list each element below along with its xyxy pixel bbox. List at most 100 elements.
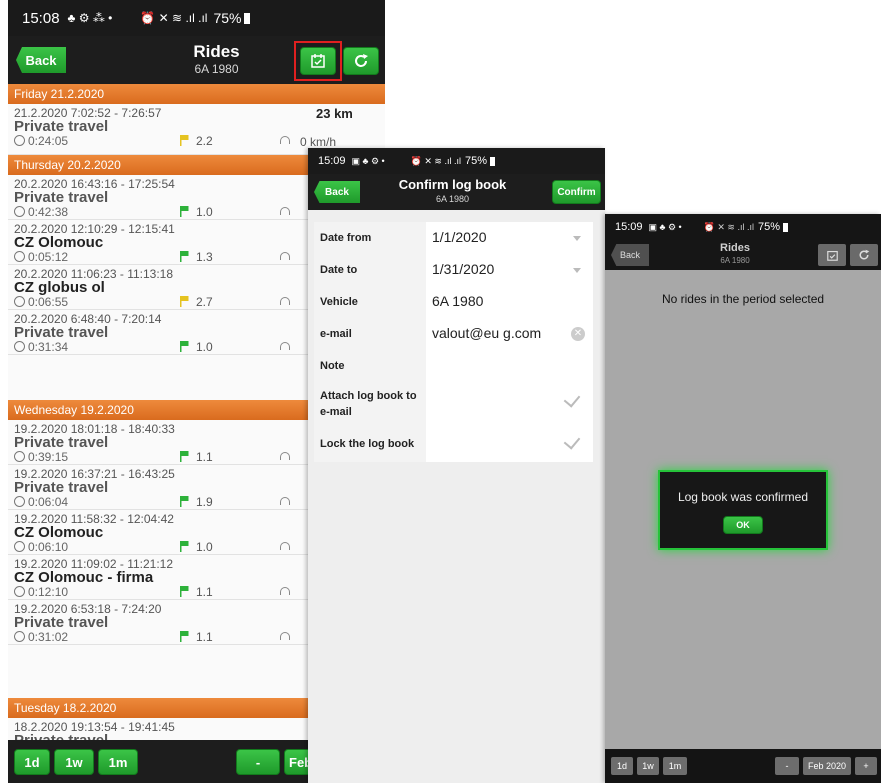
chevron-down-icon [573, 268, 581, 273]
battery-icon [244, 12, 251, 24]
period-1d-button[interactable]: 1d [611, 757, 633, 775]
period-previous-button[interactable]: - [236, 749, 280, 775]
battery-level: 75% [464, 155, 487, 167]
refresh-icon [859, 249, 870, 260]
ride-value: 1.0 [196, 340, 213, 354]
gauge-icon [280, 342, 290, 350]
confirmation-dialog: Log book was confirmed OK [658, 470, 828, 550]
log-book-form: Date from 1/1/2020 Date to 1/31/2020 Veh… [314, 222, 593, 462]
period-1m-button[interactable]: 1m [98, 749, 138, 775]
flag-icon [180, 496, 189, 507]
period-1w-button[interactable]: 1w [54, 749, 94, 775]
status-right-icons: ⏰ ✕ ≋ .ıl .ıl [703, 221, 754, 232]
period-1m-button[interactable]: 1m [663, 757, 687, 775]
date-from-select[interactable]: 1/1/2020 [432, 229, 487, 245]
period-1d-button[interactable]: 1d [14, 749, 50, 775]
flag-icon [180, 296, 189, 307]
ride-title: Private travel [14, 614, 109, 631]
lock-checkbox[interactable] [563, 432, 581, 450]
flag-icon [180, 631, 189, 642]
date-from-row: Date from 1/1/2020 [314, 222, 593, 254]
dialog-message: Log book was confirmed [677, 490, 809, 504]
battery-icon [783, 222, 788, 232]
ride-value: 1.9 [196, 495, 213, 509]
flag-icon [180, 541, 189, 552]
status-icons: ▣ ♣ ⚙ • [648, 221, 682, 232]
clock-icon [14, 496, 25, 507]
status-bar: 15:09 ▣ ♣ ⚙ • ⏰ ✕ ≋ .ıl .ıl 75% [605, 214, 881, 240]
confirm-log-book-screen: 15:09 ▣ ♣ ⚙ • ⏰ ✕ ≋ .ıl .ıl 75% Back Con… [308, 148, 605, 783]
vehicle-value: 6A 1980 [432, 293, 484, 309]
confirm-log-book-button[interactable] [818, 244, 846, 266]
gauge-icon [280, 542, 290, 550]
ride-speed: 0 km/h [300, 135, 337, 149]
gauge-icon [280, 136, 290, 144]
clock-icon [14, 296, 25, 307]
flag-icon [180, 251, 189, 262]
period-next-button[interactable]: + [855, 757, 877, 775]
ride-duration: 0:06:04 [28, 495, 69, 509]
lock-row: Lock the log book [314, 426, 593, 462]
date-to-select[interactable]: 1/31/2020 [432, 261, 494, 277]
gauge-icon [280, 497, 290, 505]
refresh-icon [355, 54, 368, 67]
clear-icon[interactable]: ✕ [571, 327, 585, 341]
clock-icon [14, 135, 25, 146]
status-time: 15:09 [615, 221, 643, 233]
ride-title: CZ Olomouc - firma [14, 569, 154, 586]
period-selector[interactable]: Feb 2020 [803, 757, 851, 775]
gauge-icon [280, 252, 290, 260]
ride-duration: 0:31:02 [28, 630, 69, 644]
flag-icon [180, 586, 189, 597]
email-row: e-mail valout@eu g.com ✕ [314, 318, 593, 350]
note-label: Note [320, 360, 345, 372]
status-bar: 15:09 ▣ ♣ ⚙ • ⏰ ✕ ≋ .ıl .ıl 75% [308, 148, 605, 174]
date-to-row: Date to 1/31/2020 [314, 254, 593, 286]
refresh-button[interactable] [850, 244, 878, 266]
email-field[interactable]: valout@eu g.com [432, 325, 541, 341]
date-to-label: Date to [320, 264, 358, 276]
ride-duration: 0:31:34 [28, 340, 69, 354]
clock-icon [14, 206, 25, 217]
note-field[interactable] [432, 354, 587, 378]
battery-icon [490, 156, 495, 166]
confirm-button[interactable]: Confirm [552, 180, 601, 204]
attach-row: Attach log book to e-mail [314, 382, 593, 426]
gauge-icon [280, 207, 290, 215]
attach-checkbox[interactable] [563, 390, 581, 408]
ride-value: 1.0 [196, 540, 213, 554]
vehicle-label: Vehicle [320, 296, 358, 308]
chevron-down-icon [573, 236, 581, 241]
vehicle-row: Vehicle 6A 1980 [314, 286, 593, 318]
period-previous-button[interactable]: - [775, 757, 799, 775]
battery-level: 75% [757, 221, 780, 233]
period-1w-button[interactable]: 1w [637, 757, 659, 775]
ride-duration: 0:42:38 [28, 205, 69, 219]
clock-icon [14, 251, 25, 262]
gauge-icon [280, 452, 290, 460]
empty-message: No rides in the period selected [661, 292, 825, 306]
ride-value: 1.1 [196, 585, 213, 599]
ride-value: 1.0 [196, 205, 213, 219]
dialog-ok-button[interactable]: OK [723, 516, 763, 534]
calendar-check-icon [311, 54, 325, 68]
refresh-button[interactable] [343, 47, 379, 75]
status-right-icons: ⏰ ✕ ≋ .ıl .ıl [140, 11, 208, 25]
app-header: Back Rides 6A 1980 [8, 36, 385, 84]
gauge-icon [280, 632, 290, 640]
ride-duration: 0:24:05 [28, 134, 69, 148]
ride-title: CZ Olomouc [14, 524, 104, 541]
clock-icon [14, 451, 25, 462]
clock-icon [14, 631, 25, 642]
confirm-log-book-button[interactable] [300, 47, 336, 75]
ride-title: CZ globus ol [14, 279, 105, 296]
app-header: Back Confirm log book 6A 1980 Confirm [308, 174, 605, 210]
ride-title: Private travel [14, 118, 109, 135]
gauge-icon [280, 587, 290, 595]
ride-duration: 0:12:10 [28, 585, 69, 599]
day-header: Friday 21.2.2020 [8, 84, 385, 104]
ride-value: 1.1 [196, 630, 213, 644]
rides-empty-screen: 15:09 ▣ ♣ ⚙ • ⏰ ✕ ≋ .ıl .ıl 75% Back Rid… [605, 214, 881, 783]
email-label: e-mail [320, 328, 352, 340]
ride-duration: 0:06:10 [28, 540, 69, 554]
